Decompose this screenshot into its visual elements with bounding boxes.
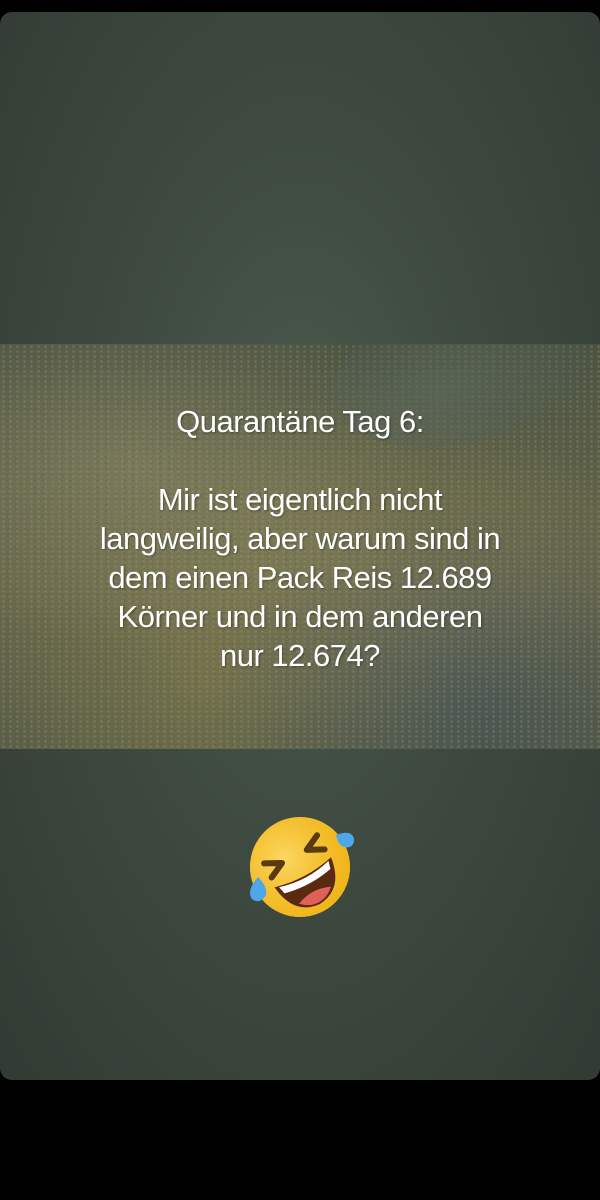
post-body-line: dem einen Pack Reis 12.689 (108, 560, 492, 595)
story-frame: Quarantäne Tag 6: Mir ist eigentlich nic… (0, 12, 600, 1080)
post-body-line: Mir ist eigentlich nicht (157, 482, 443, 517)
post-title: Quarantäne Tag 6: (176, 404, 424, 439)
post-caption: Quarantäne Tag 6: Mir ist eigentlich nic… (20, 402, 580, 675)
post-body-line: Körner und in dem anderen (117, 599, 483, 634)
rolling-on-the-floor-laughing-icon (240, 807, 360, 927)
post-body: Mir ist eigentlich nicht langweilig, abe… (20, 480, 580, 675)
post-body-line: langweilig, aber warum sind in (99, 521, 501, 556)
post-body-line: nur 12.674? (220, 638, 380, 673)
